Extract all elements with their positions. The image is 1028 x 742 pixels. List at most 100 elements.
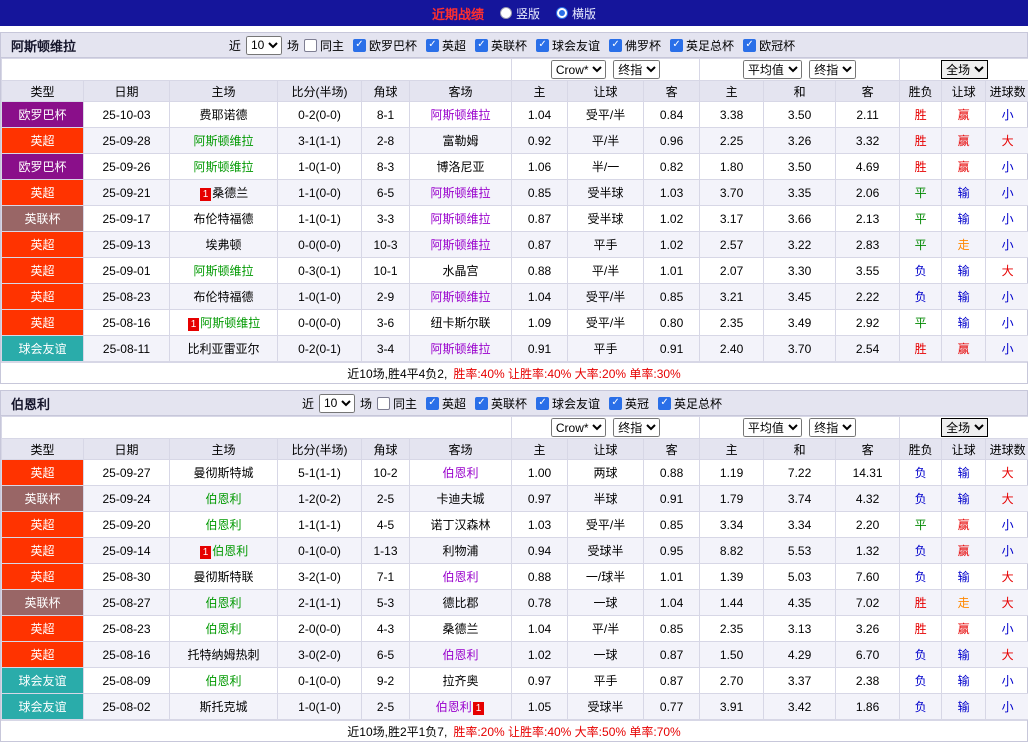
score-cell[interactable]: 3-0(2-0) <box>278 642 362 668</box>
radio-checked-icon[interactable] <box>556 7 568 19</box>
view-option-vertical[interactable]: 竖版 <box>500 5 540 22</box>
score-cell[interactable]: 1-1(0-0) <box>278 180 362 206</box>
team-name-link[interactable]: 伯恩利 <box>205 622 241 636</box>
team-name-link[interactable]: 阿斯顿维拉 <box>431 238 491 252</box>
checkbox-checked-icon[interactable] <box>658 397 671 410</box>
score-cell[interactable]: 1-0(1-0) <box>278 154 362 180</box>
scope-select[interactable]: 全场 <box>941 418 988 437</box>
team-name-link[interactable]: 埃弗顿 <box>205 238 241 252</box>
score-cell[interactable]: 3-1(1-1) <box>278 128 362 154</box>
bookmaker-select[interactable]: Crow* <box>551 60 606 79</box>
team-name-link[interactable]: 阿斯顿维拉 <box>200 316 260 330</box>
score-cell[interactable]: 1-1(1-1) <box>278 512 362 538</box>
competition-checkbox[interactable]: 英足总杯 <box>670 37 734 54</box>
competition-checkbox[interactable]: 英联杯 <box>475 395 527 412</box>
team-name-link[interactable]: 卡迪夫城 <box>437 492 485 506</box>
checkbox-checked-icon[interactable] <box>475 397 488 410</box>
team-name-link[interactable]: 博洛尼亚 <box>437 160 485 174</box>
team-name-link[interactable]: 阿斯顿维拉 <box>431 108 491 122</box>
bookmaker-select[interactable]: Crow* <box>551 418 606 437</box>
team-name-link[interactable]: 阿斯顿维拉 <box>193 134 253 148</box>
team-name-link[interactable]: 利物浦 <box>443 544 479 558</box>
team-name-link[interactable]: 阿斯顿维拉 <box>431 186 491 200</box>
scope-select[interactable]: 全场 <box>941 60 988 79</box>
competition-checkbox[interactable]: 英超 <box>426 37 466 54</box>
checkbox-unchecked-icon[interactable] <box>304 39 317 52</box>
checkbox-checked-icon[interactable] <box>609 39 622 52</box>
team-name-link[interactable]: 桑德兰 <box>212 186 248 200</box>
team-name-link[interactable]: 伯恩利 <box>205 674 241 688</box>
competition-checkbox[interactable]: 球会友谊 <box>536 37 600 54</box>
team-name-link[interactable]: 费耶诺德 <box>199 108 247 122</box>
team-name-link[interactable]: 阿斯顿维拉 <box>431 290 491 304</box>
checkbox-checked-icon[interactable] <box>475 39 488 52</box>
team-name-link[interactable]: 纽卡斯尔联 <box>431 316 491 330</box>
checkbox-checked-icon[interactable] <box>426 39 439 52</box>
odds-stage-select-2[interactable]: 终指 <box>809 60 856 79</box>
checkbox-checked-icon[interactable] <box>536 39 549 52</box>
team-name-link[interactable]: 布伦特福德 <box>193 290 253 304</box>
checkbox-unchecked-icon[interactable] <box>377 397 390 410</box>
team-name-link[interactable]: 曼彻斯特联 <box>193 570 253 584</box>
team-name-link[interactable]: 伯恩利 <box>443 570 479 584</box>
score-cell[interactable]: 1-1(0-1) <box>278 206 362 232</box>
competition-checkbox[interactable]: 英足总杯 <box>658 395 722 412</box>
score-cell[interactable]: 1-0(1-0) <box>278 284 362 310</box>
checkbox-checked-icon[interactable] <box>743 39 756 52</box>
score-cell[interactable]: 0-1(0-0) <box>278 538 362 564</box>
score-cell[interactable]: 2-0(0-0) <box>278 616 362 642</box>
team-name-link[interactable]: 比利亚雷亚尔 <box>187 342 259 356</box>
score-cell[interactable]: 1-2(0-2) <box>278 486 362 512</box>
team-name-link[interactable]: 伯恩利 <box>212 544 248 558</box>
checkbox-checked-icon[interactable] <box>609 397 622 410</box>
team-name-link[interactable]: 阿斯顿维拉 <box>431 212 491 226</box>
team-name-link[interactable]: 伯恩利 <box>205 596 241 610</box>
team-name-link[interactable]: 伯恩利 <box>205 518 241 532</box>
checkbox-checked-icon[interactable] <box>426 397 439 410</box>
checkbox-checked-icon[interactable] <box>670 39 683 52</box>
team-name-link[interactable]: 曼彻斯特城 <box>193 466 253 480</box>
score-cell[interactable]: 1-0(1-0) <box>278 694 362 720</box>
competition-checkbox[interactable]: 英冠 <box>609 395 649 412</box>
match-count-select[interactable]: 10 <box>319 394 355 413</box>
odds-stage-select-2[interactable]: 终指 <box>809 418 856 437</box>
match-count-select[interactable]: 10 <box>246 36 282 55</box>
score-cell[interactable]: 0-1(0-0) <box>278 668 362 694</box>
team-name-link[interactable]: 阿斯顿维拉 <box>193 160 253 174</box>
same-home-checkbox[interactable]: 同主 <box>377 395 417 412</box>
team-name-link[interactable]: 伯恩利 <box>436 700 472 714</box>
team-name-link[interactable]: 伯恩利 <box>443 648 479 662</box>
team-name-link[interactable]: 德比郡 <box>443 596 479 610</box>
score-cell[interactable]: 5-1(1-1) <box>278 460 362 486</box>
team-name-link[interactable]: 伯恩利 <box>205 492 241 506</box>
odds-stage-select[interactable]: 终指 <box>613 60 660 79</box>
team-name-link[interactable]: 布伦特福德 <box>193 212 253 226</box>
competition-checkbox[interactable]: 英超 <box>426 395 466 412</box>
competition-checkbox[interactable]: 欧冠杯 <box>743 37 795 54</box>
score-cell[interactable]: 0-3(0-1) <box>278 258 362 284</box>
team-name-link[interactable]: 富勒姆 <box>443 134 479 148</box>
competition-checkbox[interactable]: 欧罗巴杯 <box>353 37 417 54</box>
team-name-link[interactable]: 桑德兰 <box>443 622 479 636</box>
team-name-link[interactable]: 阿斯顿维拉 <box>193 264 253 278</box>
score-cell[interactable]: 3-2(1-0) <box>278 564 362 590</box>
competition-checkbox[interactable]: 球会友谊 <box>536 395 600 412</box>
view-option-horizontal[interactable]: 横版 <box>556 5 596 22</box>
average-select[interactable]: 平均值 <box>743 418 802 437</box>
average-select[interactable]: 平均值 <box>743 60 802 79</box>
score-cell[interactable]: 2-1(1-1) <box>278 590 362 616</box>
odds-stage-select[interactable]: 终指 <box>613 418 660 437</box>
team-name-link[interactable]: 斯托克城 <box>199 700 247 714</box>
score-cell[interactable]: 0-2(0-0) <box>278 102 362 128</box>
team-name-link[interactable]: 伯恩利 <box>443 466 479 480</box>
score-cell[interactable]: 0-0(0-0) <box>278 310 362 336</box>
same-home-checkbox[interactable]: 同主 <box>304 37 344 54</box>
competition-checkbox[interactable]: 英联杯 <box>475 37 527 54</box>
team-name-link[interactable]: 诺丁汉森林 <box>431 518 491 532</box>
team-name-link[interactable]: 托特纳姆热刺 <box>187 648 259 662</box>
team-name-link[interactable]: 阿斯顿维拉 <box>431 342 491 356</box>
checkbox-checked-icon[interactable] <box>353 39 366 52</box>
score-cell[interactable]: 0-0(0-0) <box>278 232 362 258</box>
competition-checkbox[interactable]: 佛罗杯 <box>609 37 661 54</box>
checkbox-checked-icon[interactable] <box>536 397 549 410</box>
